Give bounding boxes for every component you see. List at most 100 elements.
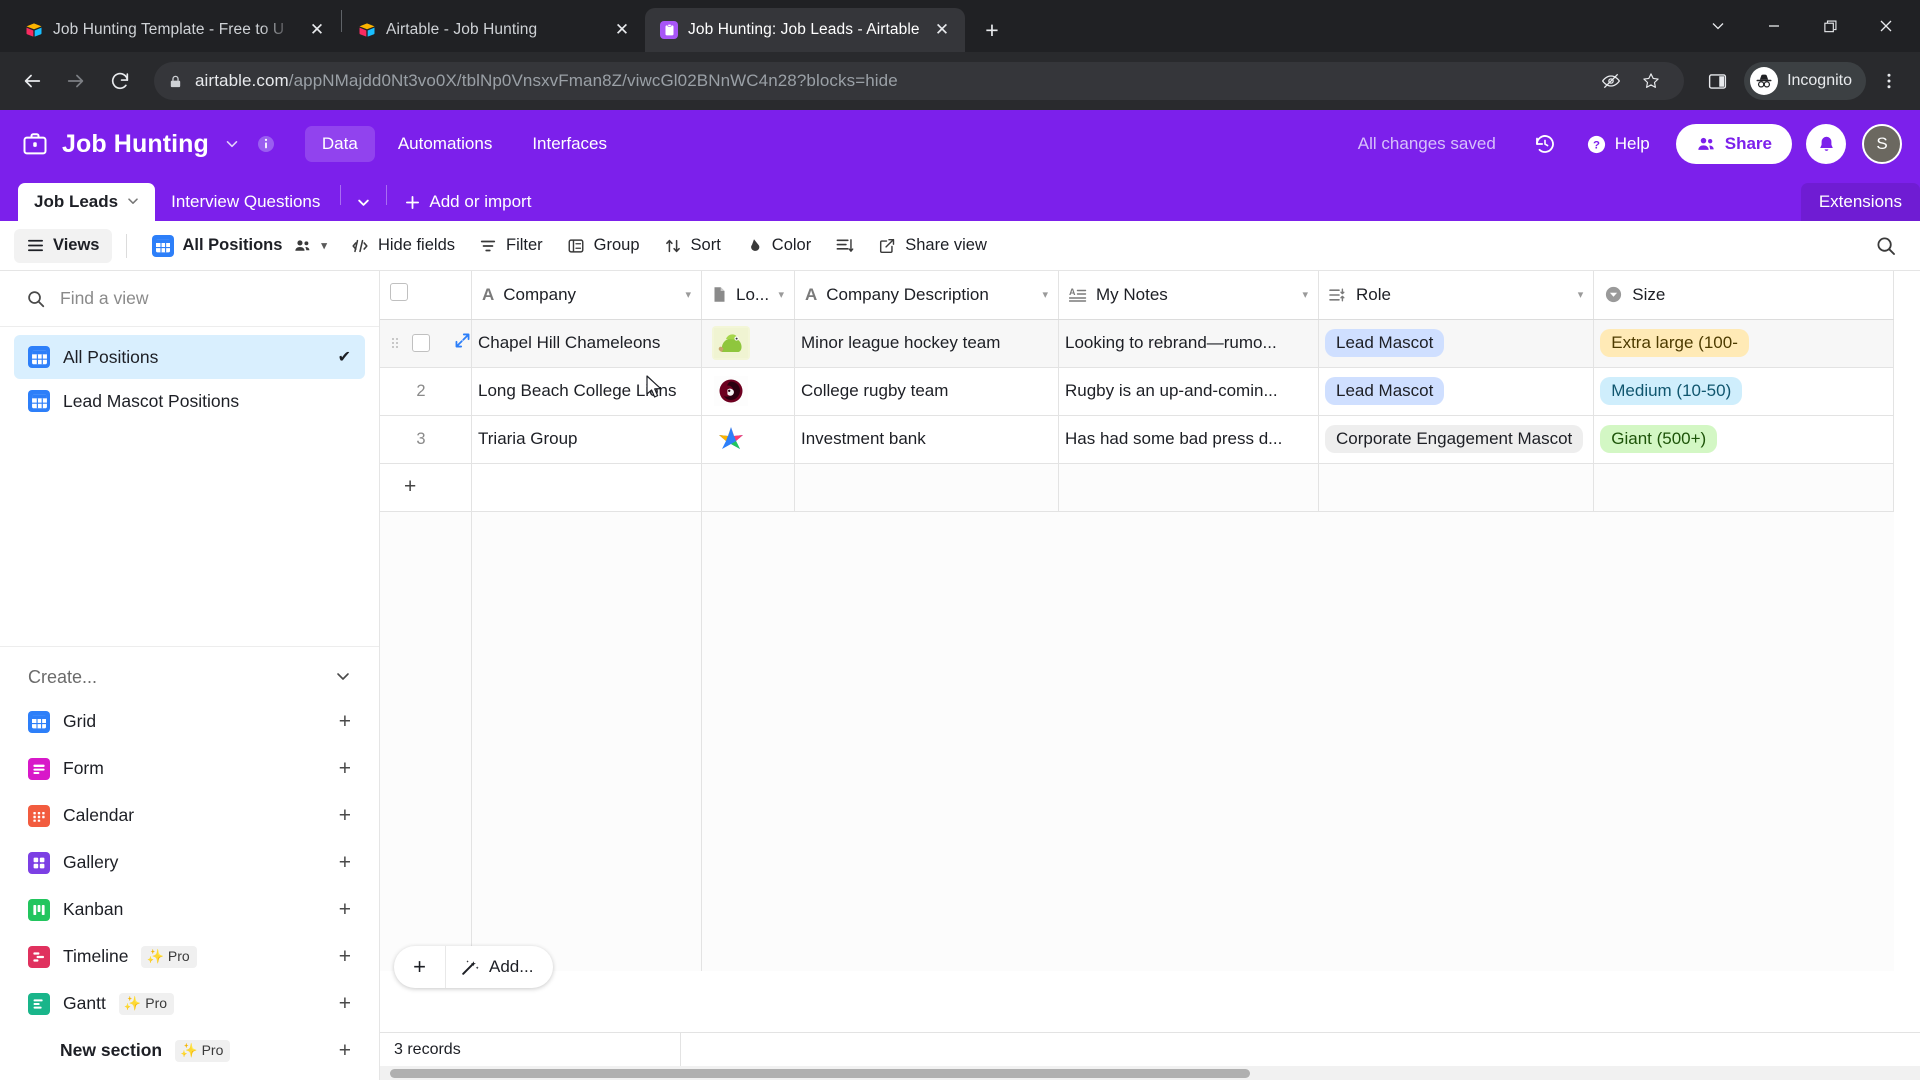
cell-size[interactable]: Extra large (100-	[1593, 319, 1895, 368]
back-icon[interactable]	[12, 61, 52, 101]
create-view-calendar[interactable]: Calendar +	[14, 792, 365, 839]
create-view-gallery[interactable]: Gallery +	[14, 839, 365, 886]
add-view-button[interactable]: +	[339, 945, 351, 969]
cell-company-description[interactable]: Investment bank	[794, 415, 1059, 464]
add-view-button[interactable]: +	[339, 992, 351, 1016]
select-all-header[interactable]	[380, 271, 472, 320]
close-icon[interactable]: ✕	[929, 17, 955, 43]
cell-company[interactable]: Triaria Group	[471, 415, 702, 464]
color-button[interactable]: Color	[734, 229, 822, 263]
column-header-size[interactable]: Size	[1593, 271, 1895, 320]
grid-scroll-area[interactable]: A Company ▾ Lo... ▾ A Company Descriptio…	[380, 271, 1920, 1032]
chevron-down-icon[interactable]: ▾	[778, 288, 784, 301]
plus-icon[interactable]: +	[390, 475, 416, 498]
info-icon[interactable]	[253, 131, 279, 157]
cell-role[interactable]: Lead Mascot	[1318, 319, 1595, 368]
group-button[interactable]: Group	[556, 229, 651, 263]
share-button[interactable]: Share	[1675, 124, 1792, 164]
new-tab-button[interactable]: +	[975, 13, 1009, 47]
add-view-button[interactable]: +	[339, 757, 351, 781]
sidebar-view-all-positions[interactable]: All Positions ✔	[14, 335, 365, 379]
row-handle-cell[interactable]	[380, 319, 472, 368]
tracking-protection-icon[interactable]	[1592, 62, 1630, 100]
add-view-button[interactable]: +	[339, 804, 351, 828]
chrome-menu-icon[interactable]	[1870, 62, 1908, 100]
row-handle-cell[interactable]: 3	[380, 415, 472, 464]
restore-icon[interactable]	[1802, 4, 1858, 48]
cell-my-notes[interactable]: Looking to rebrand—rumo...	[1058, 319, 1319, 368]
cell-company-description[interactable]: Minor league hockey team	[794, 319, 1059, 368]
add-view-button[interactable]: +	[339, 710, 351, 734]
create-new-section[interactable]: New section ✨ Pro +	[14, 1027, 365, 1074]
table-row[interactable]: Chapel Hill Chameleons Minor league hock…	[380, 319, 1895, 368]
close-icon[interactable]	[1858, 4, 1914, 48]
drag-handle-icon[interactable]	[392, 338, 402, 348]
minimize-icon[interactable]	[1746, 4, 1802, 48]
chevron-down-icon[interactable]	[1690, 4, 1746, 48]
nav-item-automations[interactable]: Automations	[381, 126, 510, 162]
cell-size[interactable]: Medium (10-50)	[1593, 367, 1895, 416]
add-record-plus-button[interactable]: +	[394, 946, 446, 988]
cell-logo[interactable]	[701, 367, 795, 416]
chevron-down-icon[interactable]	[335, 668, 351, 687]
select-all-checkbox[interactable]	[390, 283, 408, 302]
expand-record-icon[interactable]	[454, 332, 471, 354]
row-handle-cell[interactable]: 2	[380, 367, 472, 416]
row-checkbox[interactable]	[412, 334, 430, 352]
cell-size[interactable]: Giant (500+)	[1593, 415, 1895, 464]
chevron-down-icon[interactable]	[219, 131, 245, 157]
chevron-down-icon[interactable]: ▾	[685, 288, 691, 301]
history-icon[interactable]	[1524, 123, 1566, 165]
add-or-import-button[interactable]: Add or import	[391, 183, 545, 221]
sidebar-view-lead-mascot-positions[interactable]: Lead Mascot Positions	[14, 379, 365, 423]
create-view-gantt[interactable]: Gantt ✨ Pro +	[14, 980, 365, 1027]
column-header-my-notes[interactable]: A My Notes ▾	[1058, 271, 1319, 320]
notifications-button[interactable]	[1806, 124, 1846, 164]
add-record-ai-button[interactable]: Add...	[446, 946, 553, 988]
cell-logo[interactable]	[701, 415, 795, 464]
horizontal-scrollbar[interactable]	[380, 1066, 1920, 1080]
cell-role[interactable]: Corporate Engagement Mascot	[1318, 415, 1595, 464]
cell-my-notes[interactable]: Rugby is an up-and-comin...	[1058, 367, 1319, 416]
create-section-header[interactable]: Create...	[14, 661, 365, 698]
column-header-company[interactable]: A Company ▾	[471, 271, 702, 320]
table-row[interactable]: 3 Triaria Group Investment bank Has had …	[380, 415, 1895, 464]
browser-tab-2[interactable]: Airtable - Job Hunting ✕	[343, 8, 645, 52]
add-row-button[interactable]: +	[380, 463, 472, 512]
table-row[interactable]: 2 Long Beach College Lions College rugby…	[380, 367, 1895, 416]
row-height-button[interactable]	[824, 229, 865, 263]
column-header-logo[interactable]: Lo... ▾	[701, 271, 795, 320]
browser-tab-1[interactable]: Job Hunting Template - Free to U ✕	[10, 8, 340, 52]
cell-company[interactable]: Chapel Hill Chameleons	[471, 319, 702, 368]
share-view-button[interactable]: Share view	[867, 229, 998, 263]
create-view-form[interactable]: Form +	[14, 745, 365, 792]
extensions-button[interactable]: Extensions	[1800, 183, 1920, 221]
add-row-row[interactable]: +	[380, 463, 1895, 512]
chevron-down-icon[interactable]	[127, 195, 139, 210]
column-header-company-description[interactable]: A Company Description ▾	[794, 271, 1059, 320]
table-list-dropdown[interactable]	[345, 183, 382, 221]
create-view-grid[interactable]: Grid +	[14, 698, 365, 745]
find-view-input[interactable]	[60, 288, 353, 309]
add-record-floating-button[interactable]: + Add...	[394, 946, 554, 988]
cell-company[interactable]: Long Beach College Lions	[471, 367, 702, 416]
address-bar[interactable]: airtable.com/appNMajdd0Nt3vo0X/tblNp0Vns…	[154, 62, 1685, 100]
views-button[interactable]: Views	[14, 228, 113, 263]
bookmark-star-icon[interactable]	[1632, 62, 1670, 100]
cell-my-notes[interactable]: Has had some bad press d...	[1058, 415, 1319, 464]
hide-fields-button[interactable]: Hide fields	[340, 229, 466, 263]
filter-button[interactable]: Filter	[468, 229, 554, 263]
chevron-down-icon[interactable]: ▾	[321, 239, 327, 252]
cell-company-description[interactable]: College rugby team	[794, 367, 1059, 416]
add-section-button[interactable]: +	[339, 1039, 351, 1063]
side-panel-icon[interactable]	[1698, 62, 1736, 100]
nav-item-interfaces[interactable]: Interfaces	[515, 126, 624, 162]
nav-item-data[interactable]: Data	[304, 126, 375, 162]
chevron-down-icon[interactable]: ▾	[1578, 288, 1584, 301]
table-tab-job-leads[interactable]: Job Leads	[18, 183, 156, 221]
close-icon[interactable]: ✕	[609, 17, 635, 43]
search-icon[interactable]	[1866, 229, 1906, 263]
chevron-down-icon[interactable]: ▾	[1302, 288, 1308, 301]
help-button[interactable]: ? Help	[1574, 127, 1662, 162]
table-tab-interview-questions[interactable]: Interview Questions	[155, 183, 336, 221]
